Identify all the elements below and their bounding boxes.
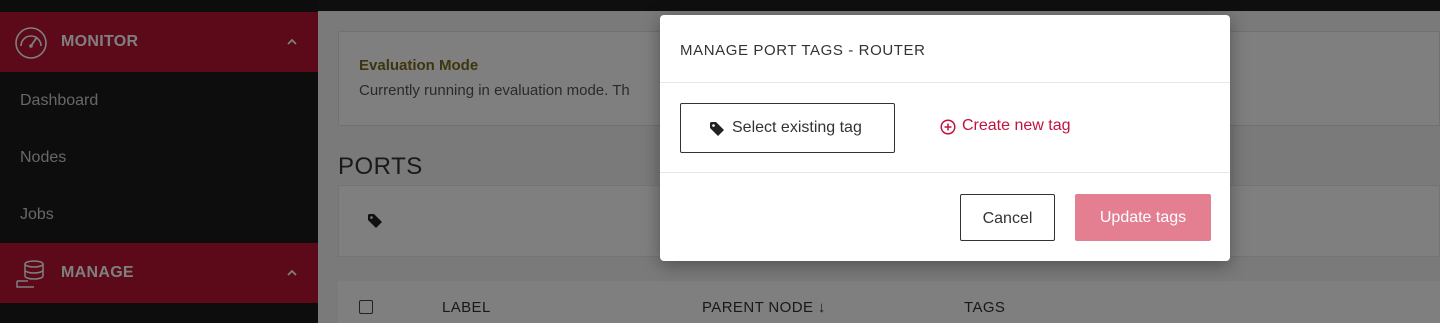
select-existing-tag-label: Select existing tag (732, 119, 862, 136)
dialog-body: Select existing tag Create new tag (660, 83, 1230, 173)
dialog-title: MANAGE PORT TAGS - ROUTER (680, 42, 926, 59)
create-new-tag-label: Create new tag (962, 117, 1071, 134)
update-tags-button[interactable]: Update tags (1075, 194, 1211, 241)
dialog-header: MANAGE PORT TAGS - ROUTER (660, 15, 1230, 83)
select-existing-tag-button[interactable]: Select existing tag (680, 103, 895, 153)
manage-port-tags-dialog: MANAGE PORT TAGS - ROUTER Select existin… (660, 15, 1230, 261)
dialog-footer: Cancel Update tags (660, 173, 1230, 261)
tag-icon (710, 122, 724, 136)
cancel-button[interactable]: Cancel (960, 194, 1055, 241)
plus-circle-icon (940, 119, 956, 135)
cancel-button-label: Cancel (982, 210, 1033, 227)
update-tags-button-label: Update tags (1099, 209, 1187, 226)
